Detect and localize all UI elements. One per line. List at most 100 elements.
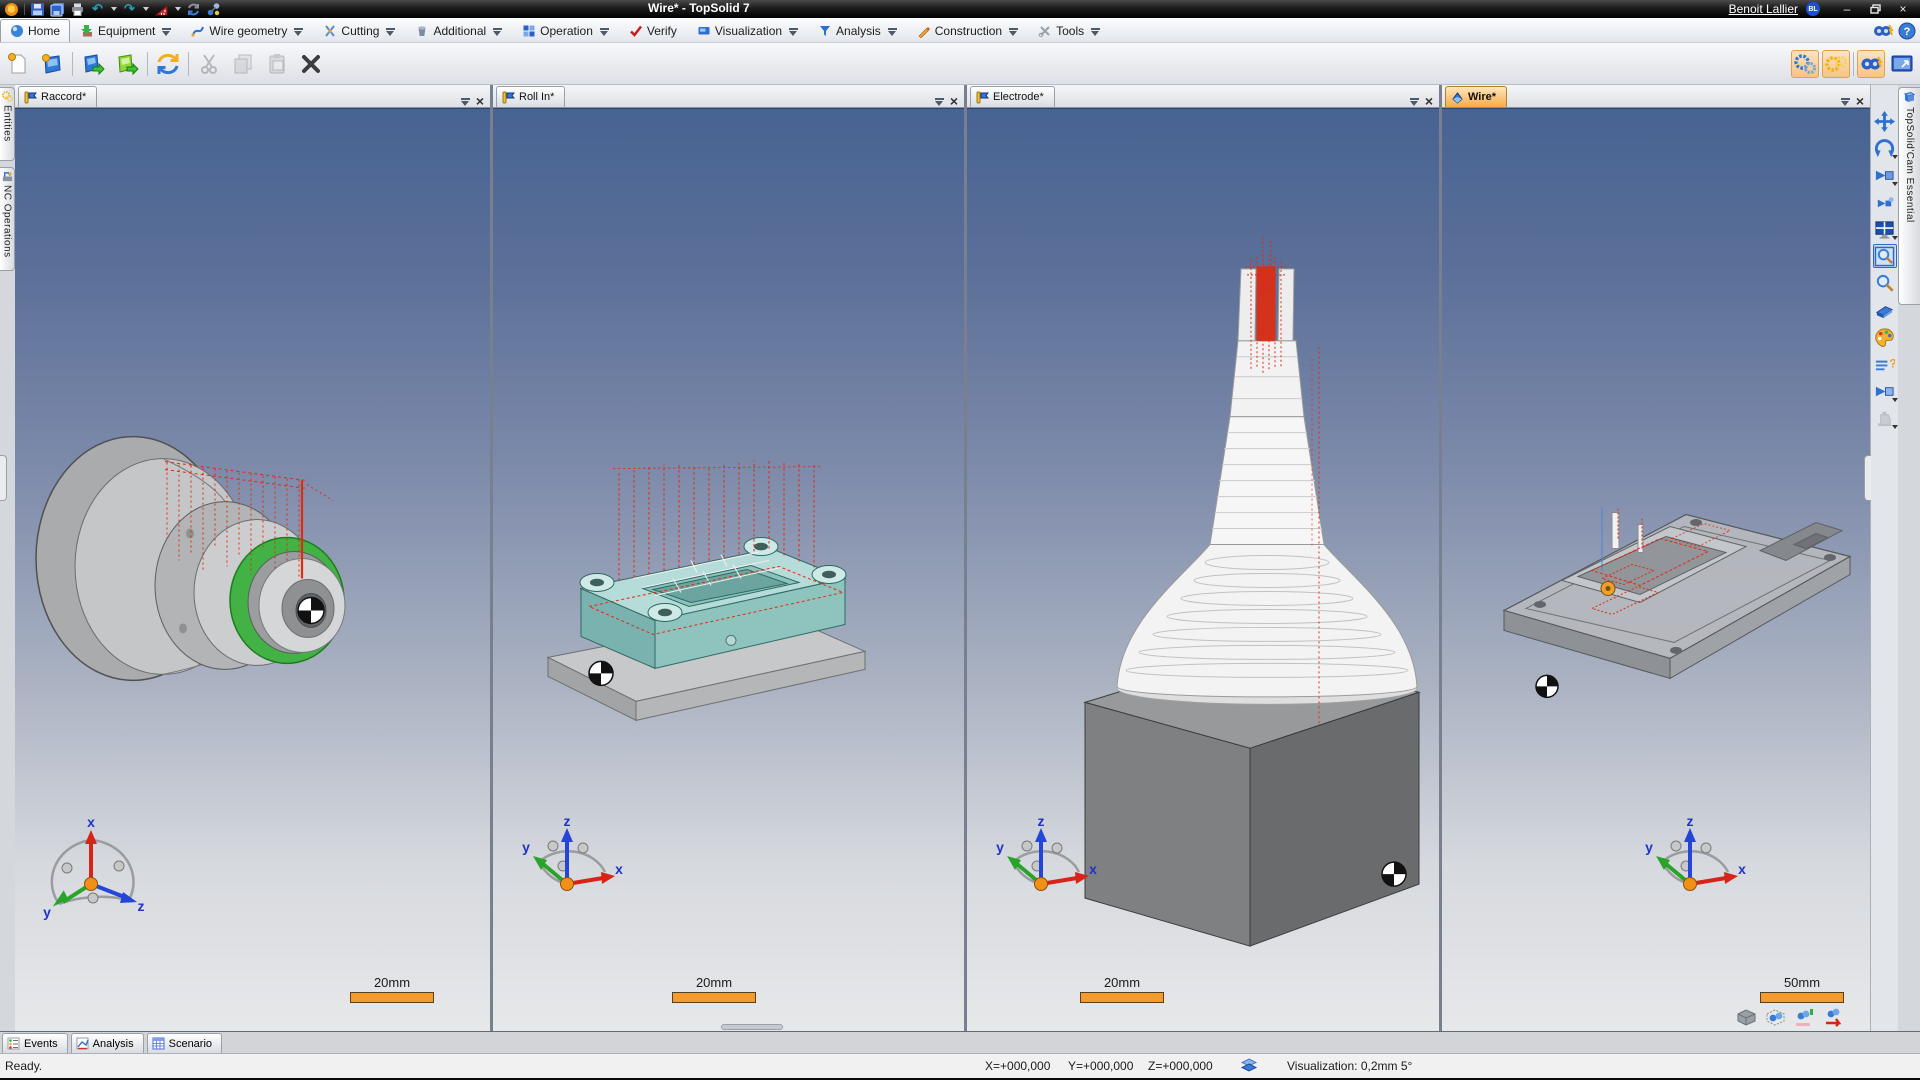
- viewport-menu-icon[interactable]: [1841, 97, 1850, 106]
- tab-dropdown-icon[interactable]: [386, 27, 395, 36]
- view-raccord[interactable]: x y z 20mm: [15, 108, 490, 1031]
- tab-dropdown-icon[interactable]: [162, 27, 171, 36]
- document-tab-roll-in[interactable]: Roll In*: [496, 86, 565, 107]
- axis-triad[interactable]: z y x: [993, 818, 1098, 923]
- new-project-icon[interactable]: [38, 50, 66, 78]
- tab-dropdown-icon[interactable]: [789, 27, 798, 36]
- tab-tools[interactable]: Tools: [1028, 19, 1110, 42]
- tab-construction[interactable]: Construction: [907, 19, 1028, 42]
- undo-dropdown-icon[interactable]: [111, 7, 117, 11]
- dropdown-icon[interactable]: [1892, 182, 1898, 186]
- viewport-close-icon[interactable]: ×: [1425, 95, 1433, 107]
- tab-verify[interactable]: Verify: [619, 19, 687, 42]
- viewport-close-icon[interactable]: ×: [476, 95, 484, 107]
- left-panel-collapse-handle[interactable]: [0, 455, 7, 501]
- dropdown-icon[interactable]: [1892, 236, 1898, 240]
- stock-view-icon[interactable]: [1735, 1006, 1759, 1028]
- gears-blue-icon[interactable]: [1791, 50, 1819, 78]
- visualization-status[interactable]: Visualization: 0,2mm 5°: [1287, 1059, 1412, 1073]
- tab-wire-geometry[interactable]: Wire geometry: [181, 19, 313, 42]
- print-icon[interactable]: [70, 2, 85, 17]
- render-palette-icon[interactable]: [1873, 325, 1897, 349]
- axis-triad[interactable]: x y z: [41, 818, 146, 923]
- simulation-icon[interactable]: [1793, 1006, 1817, 1028]
- search-command-icon[interactable]: [1872, 22, 1894, 40]
- view-roll-in[interactable]: z y x 20mm: [493, 108, 964, 1031]
- full-screen-icon[interactable]: [1888, 50, 1916, 78]
- tab-analysis[interactable]: Analysis: [71, 1033, 144, 1053]
- paste-icon[interactable]: [263, 50, 291, 78]
- layers-icon[interactable]: [1240, 1058, 1258, 1074]
- orbit-icon[interactable]: [1873, 136, 1897, 160]
- axis-triad[interactable]: z y x: [1642, 818, 1747, 923]
- measure-icon[interactable]: [154, 2, 169, 17]
- topsolid-logo-icon[interactable]: [4, 2, 19, 17]
- help-icon[interactable]: ?: [1898, 22, 1916, 40]
- pan-icon[interactable]: [1873, 109, 1897, 133]
- horizontal-scrollbar-thumb[interactable]: [721, 1024, 783, 1030]
- avatar[interactable]: BL: [1806, 2, 1820, 16]
- restore-button[interactable]: [1862, 2, 1888, 16]
- zoom-icon[interactable]: [1873, 271, 1897, 295]
- view-direction-icon[interactable]: [1873, 163, 1897, 187]
- sidebar-tab-nc-operations[interactable]: NC Operations: [0, 167, 15, 271]
- tab-dropdown-icon[interactable]: [888, 27, 897, 36]
- undo-icon[interactable]: ↶: [90, 2, 105, 17]
- tab-additional[interactable]: Additional: [405, 19, 512, 42]
- assembly-icon[interactable]: [206, 2, 221, 17]
- dropdown-icon[interactable]: [1892, 398, 1898, 402]
- viewport-menu-icon[interactable]: [461, 97, 470, 106]
- machine-view-icon[interactable]: [1873, 406, 1897, 430]
- search-highlight-icon[interactable]: [1857, 50, 1885, 78]
- tab-operation[interactable]: Operation: [512, 19, 619, 42]
- viewport-menu-icon[interactable]: [1410, 97, 1419, 106]
- tab-scenario[interactable]: Scenario: [147, 1033, 222, 1053]
- document-tab-wire[interactable]: Wire*: [1445, 86, 1507, 107]
- dropdown-icon[interactable]: [1892, 425, 1898, 429]
- tab-analysis[interactable]: Analysis: [808, 19, 907, 42]
- help-lines-icon[interactable]: ?: [1873, 352, 1897, 376]
- erase-highlight-icon[interactable]: [1873, 298, 1897, 322]
- section-view-icon[interactable]: [1873, 379, 1897, 403]
- save-icon[interactable]: [30, 2, 45, 17]
- remove-material-icon[interactable]: [1822, 1006, 1846, 1028]
- split-view-icon[interactable]: [1873, 217, 1897, 241]
- new-document-icon[interactable]: [4, 50, 32, 78]
- viewport-close-icon[interactable]: ×: [1856, 95, 1864, 107]
- document-tab-electrode[interactable]: Electrode*: [970, 86, 1055, 107]
- tab-dropdown-icon[interactable]: [493, 27, 502, 36]
- document-tab-raccord[interactable]: Raccord*: [18, 86, 97, 107]
- refresh-all-icon[interactable]: [154, 50, 182, 78]
- tab-dropdown-icon[interactable]: [1009, 27, 1018, 36]
- view-electrode[interactable]: z y x 20mm: [967, 108, 1439, 1031]
- cut-icon[interactable]: [195, 50, 223, 78]
- sidebar-tab-entities[interactable]: Entities: [0, 87, 15, 161]
- redo-dropdown-icon[interactable]: [143, 7, 149, 11]
- viewport-menu-icon[interactable]: [935, 97, 944, 106]
- tab-dropdown-icon[interactable]: [294, 27, 303, 36]
- right-panel-collapse-handle[interactable]: [1864, 455, 1871, 501]
- minimize-button[interactable]: –: [1834, 2, 1860, 16]
- tab-equipment[interactable]: Equipment: [70, 19, 181, 42]
- measure-dropdown-icon[interactable]: [175, 7, 181, 11]
- camera-view-icon[interactable]: [1873, 190, 1897, 214]
- tab-dropdown-icon[interactable]: [1091, 27, 1100, 36]
- dropdown-icon[interactable]: [1892, 155, 1898, 159]
- part-in-stock-icon[interactable]: [1764, 1006, 1788, 1028]
- tab-dropdown-icon[interactable]: [600, 27, 609, 36]
- tab-visualization[interactable]: Visualization: [687, 19, 808, 42]
- gears-yellow-icon[interactable]: [1822, 50, 1850, 78]
- tab-cutting[interactable]: Cutting: [313, 19, 405, 42]
- open-folder-icon[interactable]: [113, 50, 141, 78]
- axis-triad[interactable]: z y x: [519, 818, 624, 923]
- open-document-icon[interactable]: [79, 50, 107, 78]
- refresh-icon[interactable]: [186, 2, 201, 17]
- delete-icon[interactable]: [297, 50, 325, 78]
- view-wire[interactable]: z y x 50mm: [1442, 108, 1870, 1031]
- tab-home[interactable]: Home: [0, 19, 70, 42]
- close-button[interactable]: ×: [1890, 2, 1916, 16]
- save-all-icon[interactable]: [50, 2, 65, 17]
- tab-events[interactable]: Events: [2, 1033, 68, 1053]
- redo-icon[interactable]: ↷: [122, 2, 137, 17]
- zoom-window-icon[interactable]: [1873, 244, 1897, 268]
